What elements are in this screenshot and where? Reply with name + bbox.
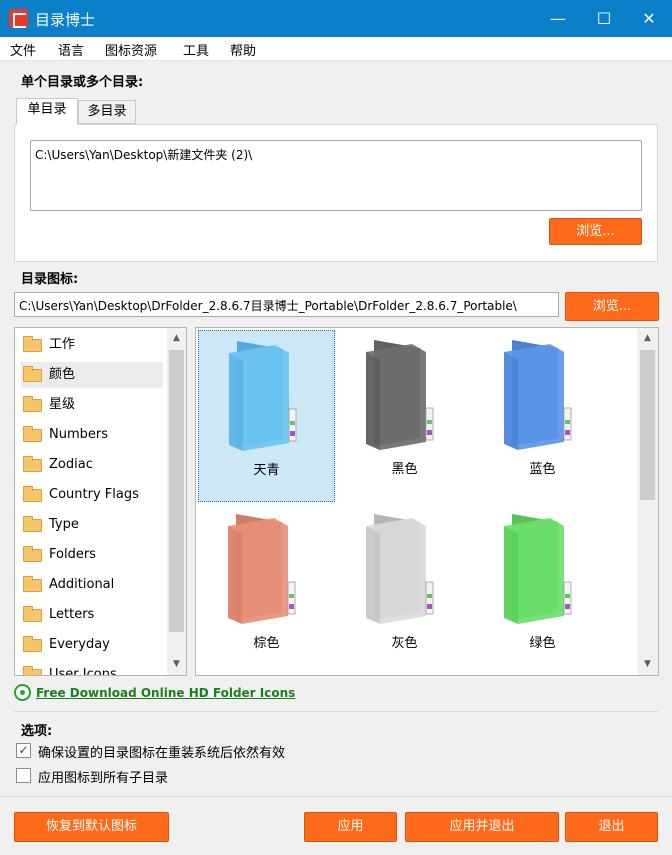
- category-item[interactable]: Numbers: [21, 422, 163, 448]
- category-item[interactable]: Folders: [21, 542, 163, 568]
- browse-dir-button[interactable]: 浏览...: [549, 218, 642, 245]
- colored-folder-icon: [229, 341, 297, 451]
- folder-icon: [23, 456, 42, 472]
- category-label: Everyday: [49, 637, 110, 652]
- apply-button[interactable]: 应用: [304, 812, 397, 842]
- category-item[interactable]: 星级: [21, 392, 163, 418]
- category-label: Country Flags: [49, 487, 139, 502]
- menu-bar: 文件 语言 图标资源 工具 帮助: [0, 37, 672, 61]
- category-item[interactable]: 工作: [21, 332, 163, 358]
- scroll-up-icon[interactable]: ▲: [167, 330, 186, 347]
- folder-icon-cell[interactable]: 棕色: [198, 504, 335, 675]
- category-label: Numbers: [49, 427, 108, 442]
- folder-icon: [23, 426, 42, 442]
- folder-icon: [23, 336, 42, 352]
- dirs-heading: 单个目录或多个目录:: [21, 75, 144, 90]
- folder-icon: [23, 546, 42, 562]
- category-label: Type: [49, 517, 79, 532]
- category-label: 星级: [49, 397, 76, 412]
- icon-grid-scroll-thumb[interactable]: [640, 350, 655, 500]
- category-list[interactable]: 工作颜色星级 Numbers Zodiac Country Flags Type Fold…: [14, 327, 187, 676]
- folder-icon-cell[interactable]: 蓝色: [474, 330, 611, 502]
- category-item[interactable]: Letters: [21, 602, 163, 628]
- folder-icon-cell[interactable]: 灰色: [336, 504, 473, 675]
- category-label: Additional: [49, 577, 115, 592]
- menu-icon-resources[interactable]: 图标资源: [105, 40, 157, 59]
- category-item[interactable]: Zodiac: [21, 452, 163, 478]
- tab-multi-dir[interactable]: 多目录: [78, 100, 136, 124]
- icon-grid[interactable]: 天青 黑色 蓝色棕色 灰色 绿色 ▲ ▼: [195, 327, 659, 676]
- colored-folder-icon: [504, 514, 572, 624]
- category-item[interactable]: Additional: [21, 572, 163, 598]
- folder-icon-cell[interactable]: 绿色: [474, 504, 611, 675]
- folder-icon: [23, 606, 42, 622]
- menu-help[interactable]: 帮助: [230, 40, 256, 59]
- colored-folder-icon: [228, 514, 296, 624]
- menu-tools[interactable]: 工具: [183, 40, 209, 59]
- restore-default-button[interactable]: 恢复到默认图标: [14, 812, 169, 842]
- globe-icon: [14, 684, 31, 701]
- divider: [14, 711, 658, 712]
- title-bar: 目录博士 — ☐ ✕: [0, 0, 672, 37]
- folder-icon-label: 棕色: [253, 636, 280, 651]
- icon-grid-scrollbar[interactable]: ▲ ▼: [637, 328, 658, 675]
- folder-icon-label: 天青: [253, 463, 280, 478]
- maximize-button[interactable]: ☐: [581, 0, 627, 37]
- category-label: 工作: [49, 337, 76, 352]
- category-label: Zodiac: [49, 457, 93, 472]
- folder-icon: [23, 366, 42, 382]
- category-item[interactable]: Everyday: [21, 632, 163, 658]
- category-scroll-thumb[interactable]: [169, 350, 184, 632]
- folder-icon: [23, 636, 42, 652]
- category-item[interactable]: Country Flags: [21, 482, 163, 508]
- close-button[interactable]: ✕: [626, 0, 672, 37]
- folder-icon: [23, 666, 42, 675]
- category-item[interactable]: User Icons: [21, 662, 163, 676]
- browse-icon-button[interactable]: 浏览...: [565, 292, 659, 321]
- minimize-button[interactable]: —: [535, 0, 581, 37]
- option-label[interactable]: 确保设置的目录图标在重装系统后依然有效: [38, 742, 285, 761]
- folder-icon-label: 黑色: [391, 462, 418, 477]
- category-label: Folders: [49, 547, 96, 562]
- apply-and-exit-button[interactable]: 应用并退出: [405, 812, 559, 842]
- options-heading: 选项:: [21, 724, 53, 739]
- dir-path-field[interactable]: C:\Users\Yan\Desktop\新建文件夹 (2)\: [30, 140, 642, 211]
- folder-icon: [23, 486, 42, 502]
- folder-icon-label: 蓝色: [529, 462, 556, 477]
- menu-language[interactable]: 语言: [58, 40, 84, 59]
- category-scrollbar[interactable]: ▲ ▼: [167, 328, 186, 675]
- colored-folder-icon: [366, 340, 434, 450]
- exit-button[interactable]: 退出: [565, 812, 658, 842]
- folder-icon-cell[interactable]: 天青: [198, 330, 335, 502]
- tab-single-dir[interactable]: 单目录: [16, 98, 78, 125]
- option-label[interactable]: 应用图标到所有子目录: [38, 767, 168, 786]
- window-title: 目录博士: [35, 11, 96, 29]
- colored-folder-icon: [366, 514, 434, 624]
- folder-icon-label: 绿色: [529, 636, 556, 651]
- grid-scroll-up-icon[interactable]: ▲: [637, 330, 658, 347]
- folder-icon: [23, 396, 42, 412]
- category-label: 颜色: [49, 367, 76, 382]
- folder-icon: [23, 576, 42, 592]
- icon-path-field[interactable]: C:\Users\Yan\Desktop\DrFolder_2.8.6.7目录博…: [14, 292, 559, 317]
- folder-icon-label: 灰色: [391, 636, 418, 651]
- app-icon: [9, 9, 28, 28]
- category-item[interactable]: 颜色: [21, 362, 163, 388]
- category-label: Letters: [49, 607, 95, 622]
- menu-file[interactable]: 文件: [10, 40, 36, 59]
- colored-folder-icon: [504, 340, 572, 450]
- folder-icon: [23, 516, 42, 532]
- folder-icon-cell[interactable]: 黑色: [336, 330, 473, 502]
- grid-scroll-down-icon[interactable]: ▼: [637, 656, 658, 673]
- icon-path-heading: 目录图标:: [21, 272, 79, 287]
- divider: [0, 796, 672, 797]
- category-label: User Icons: [49, 667, 117, 676]
- option-checkbox[interactable]: ✓: [16, 743, 31, 758]
- category-item[interactable]: Type: [21, 512, 163, 538]
- option-checkbox[interactable]: [16, 768, 31, 783]
- scroll-down-icon[interactable]: ▼: [167, 656, 186, 673]
- download-icons-link[interactable]: Free Download Online HD Folder Icons: [36, 686, 295, 700]
